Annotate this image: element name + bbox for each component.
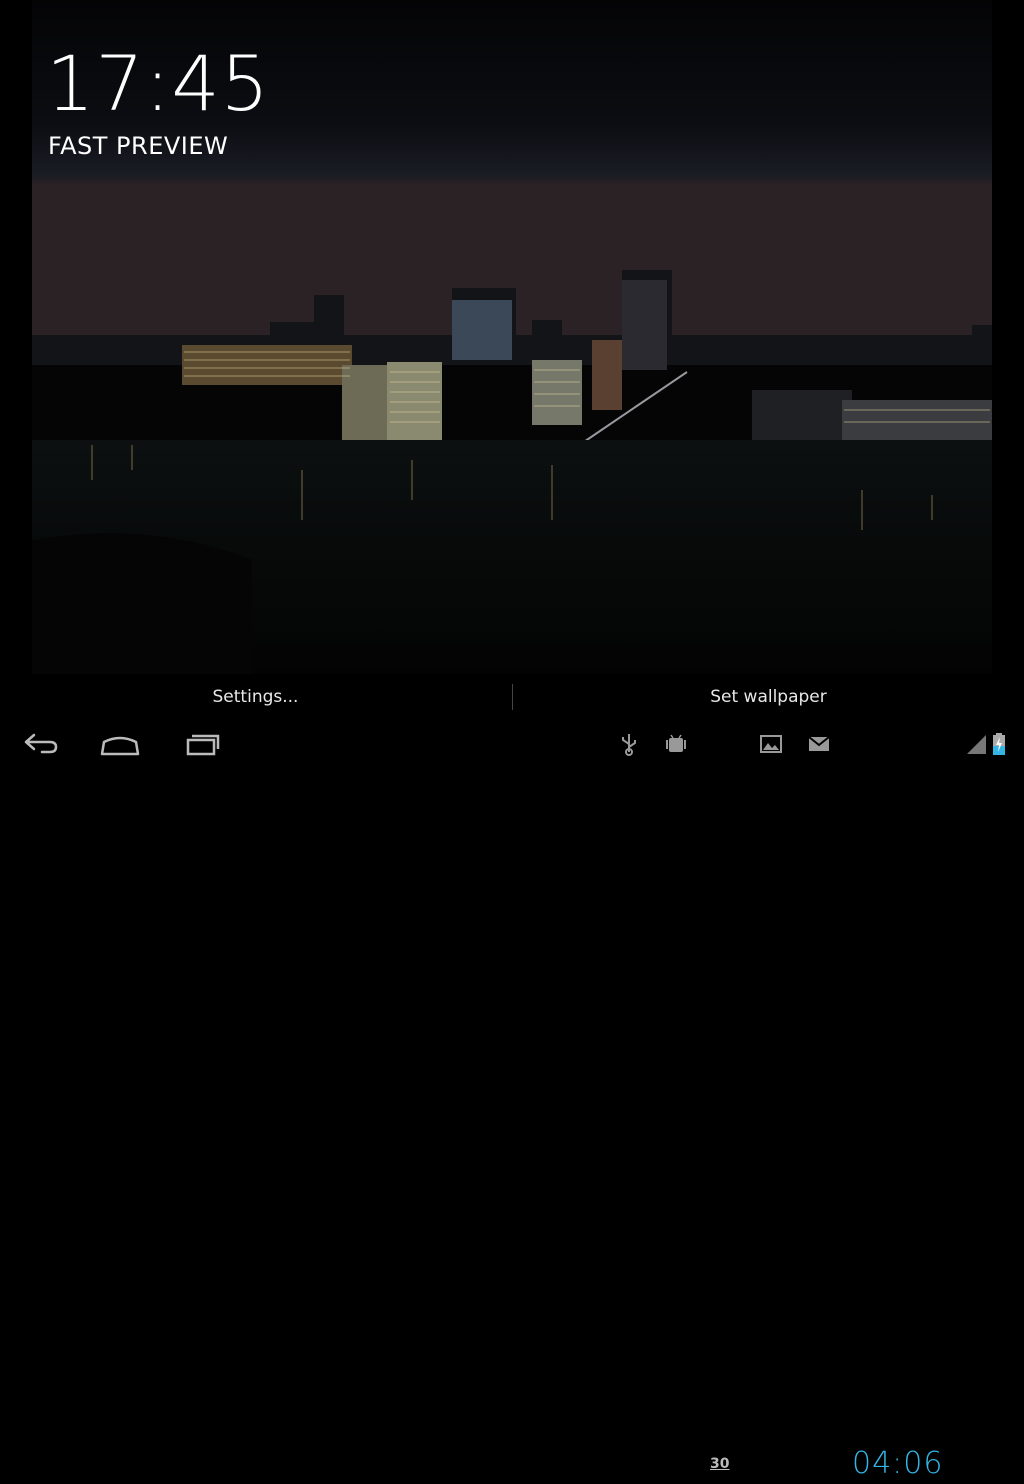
recent-apps-icon	[186, 734, 220, 756]
wallpaper-action-bar: Settings... Set wallpaper	[0, 674, 1024, 720]
debug-status[interactable]	[663, 732, 689, 756]
android-debug-icon	[666, 734, 686, 752]
battery-status	[990, 732, 1008, 756]
settings-button[interactable]: Settings...	[0, 674, 511, 720]
status-clock[interactable]: 04:06	[852, 1444, 943, 1484]
gmail-icon	[808, 736, 830, 751]
home-icon	[100, 736, 140, 756]
battery-charging-icon	[993, 733, 1005, 755]
usb-status[interactable]	[616, 732, 642, 756]
set-wallpaper-button[interactable]: Set wallpaper	[513, 674, 1024, 720]
gallery-status[interactable]	[758, 732, 784, 756]
fast-preview-label: FAST PREVIEW	[48, 132, 229, 160]
usb-icon	[622, 734, 636, 756]
signal-status	[964, 732, 990, 756]
calendar-30-icon[interactable]: 30	[710, 1456, 729, 1472]
preview-clock: 17:45	[46, 39, 271, 128]
gmail-status[interactable]	[806, 732, 832, 756]
back-icon	[24, 733, 58, 754]
back-button[interactable]	[16, 728, 64, 760]
wallpaper-preview: 17:45 FAST PREVIEW	[32, 0, 992, 674]
gallery-icon	[760, 735, 782, 753]
signal-icon	[967, 735, 986, 754]
recent-apps-button[interactable]	[178, 728, 226, 760]
home-button[interactable]	[96, 728, 144, 760]
system-bar: 30 04:06	[0, 720, 1024, 1481]
